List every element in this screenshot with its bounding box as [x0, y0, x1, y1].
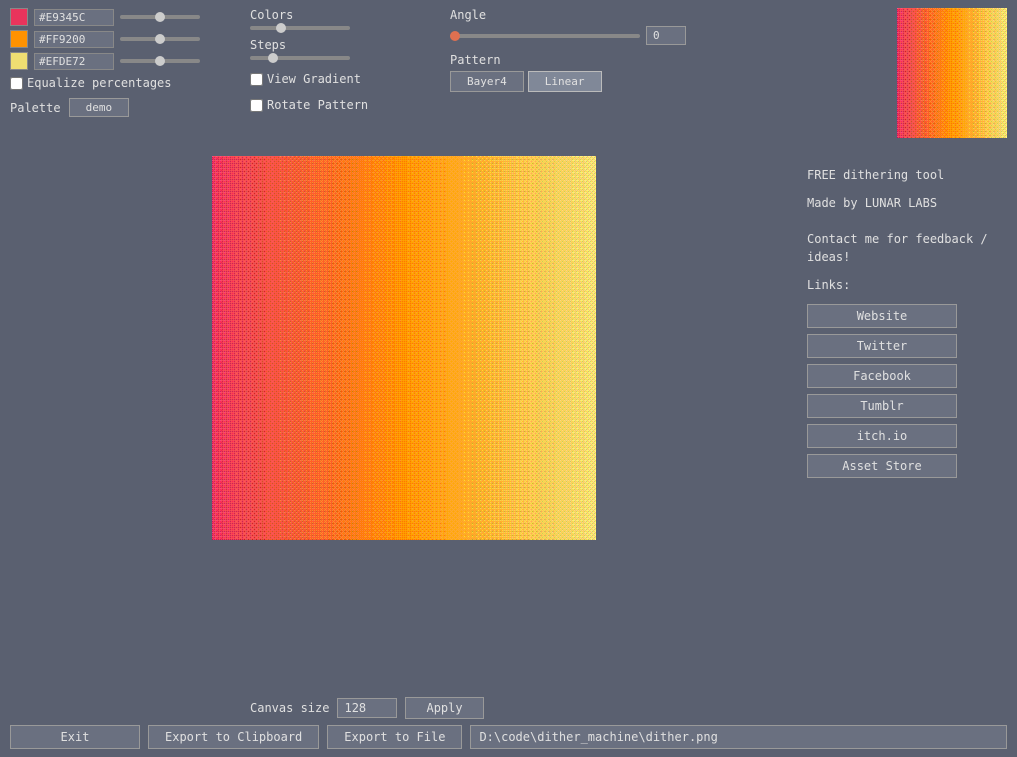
equalize-row: Equalize percentages	[10, 76, 230, 90]
export-clipboard-button[interactable]: Export to Clipboard	[148, 725, 319, 749]
colors-group: Colors	[250, 8, 430, 30]
main-area: FREE dithering tool Made by LUNAR LABS C…	[0, 146, 1017, 540]
facebook-button[interactable]: Facebook	[807, 364, 957, 388]
info-contact: Contact me for feedback / ideas!	[807, 230, 1007, 266]
view-gradient-label: View Gradient	[267, 72, 361, 86]
right-panel: FREE dithering tool Made by LUNAR LABS C…	[807, 146, 1007, 540]
color-swatches: Equalize percentages Palette demo	[10, 8, 230, 117]
action-row: Exit Export to Clipboard Export to File	[10, 725, 1007, 749]
export-file-button[interactable]: Export to File	[327, 725, 462, 749]
swatch-2[interactable]	[10, 30, 28, 48]
color-row-1	[10, 8, 230, 26]
view-gradient-checkbox[interactable]	[250, 73, 263, 86]
angle-slider[interactable]	[450, 34, 640, 38]
twitter-button[interactable]: Twitter	[807, 334, 957, 358]
pattern-buttons: Bayer4 Linear	[450, 71, 686, 92]
color-slider-2[interactable]	[120, 37, 200, 41]
itchio-button[interactable]: itch.io	[807, 424, 957, 448]
canvas-area	[10, 146, 797, 540]
color-slider-3[interactable]	[120, 59, 200, 63]
equalize-checkbox[interactable]	[10, 77, 23, 90]
assetstore-button[interactable]: Asset Store	[807, 454, 957, 478]
links-label: Links:	[807, 276, 1007, 294]
exit-button[interactable]: Exit	[10, 725, 140, 749]
equalize-label: Equalize percentages	[27, 76, 172, 90]
info-line2: Made by LUNAR LABS	[807, 194, 1007, 212]
steps-slider[interactable]	[250, 56, 350, 60]
top-panel: Equalize percentages Palette demo Colors…	[0, 0, 1017, 146]
color-label-1[interactable]	[34, 9, 114, 26]
palette-button[interactable]: demo	[69, 98, 130, 117]
rotate-pattern-label: Rotate Pattern	[267, 98, 368, 112]
angle-row	[450, 26, 686, 45]
tumblr-button[interactable]: Tumblr	[807, 394, 957, 418]
color-label-3[interactable]	[34, 53, 114, 70]
apply-button[interactable]: Apply	[405, 697, 483, 719]
colors-steps-section: Colors Steps View Gradient Rotate Patter…	[250, 8, 430, 112]
bottom-panel: Canvas size Apply Exit Export to Clipboa…	[0, 689, 1017, 757]
view-gradient-row: View Gradient	[250, 72, 430, 86]
bayer4-button[interactable]: Bayer4	[450, 71, 524, 92]
website-button[interactable]: Website	[807, 304, 957, 328]
canvas-size-row: Canvas size Apply	[10, 697, 1007, 719]
pattern-label: Pattern	[450, 53, 686, 67]
color-row-2	[10, 30, 230, 48]
swatch-3[interactable]	[10, 52, 28, 70]
colors-label: Colors	[250, 8, 430, 22]
canvas-size-input[interactable]	[337, 698, 397, 718]
canvas-size-label: Canvas size	[250, 701, 329, 715]
filepath-input[interactable]	[470, 725, 1007, 749]
rotate-pattern-row: Rotate Pattern	[250, 98, 430, 112]
palette-label: Palette	[10, 101, 61, 115]
rotate-pattern-checkbox[interactable]	[250, 99, 263, 112]
main-canvas	[212, 156, 596, 540]
angle-label: Angle	[450, 8, 686, 22]
steps-group: Steps	[250, 38, 430, 60]
color-slider-1[interactable]	[120, 15, 200, 19]
info-line1: FREE dithering tool	[807, 166, 1007, 184]
color-row-3	[10, 52, 230, 70]
colors-slider[interactable]	[250, 26, 350, 30]
preview-top	[897, 8, 1007, 138]
preview-canvas	[897, 8, 1007, 138]
angle-value[interactable]	[646, 26, 686, 45]
angle-pattern-section: Angle Pattern Bayer4 Linear	[450, 8, 686, 92]
palette-row: Palette demo	[10, 98, 230, 117]
pattern-group: Pattern Bayer4 Linear	[450, 53, 686, 92]
angle-group: Angle	[450, 8, 686, 45]
color-label-2[interactable]	[34, 31, 114, 48]
swatch-1[interactable]	[10, 8, 28, 26]
linear-button[interactable]: Linear	[528, 71, 602, 92]
steps-label: Steps	[250, 38, 430, 52]
